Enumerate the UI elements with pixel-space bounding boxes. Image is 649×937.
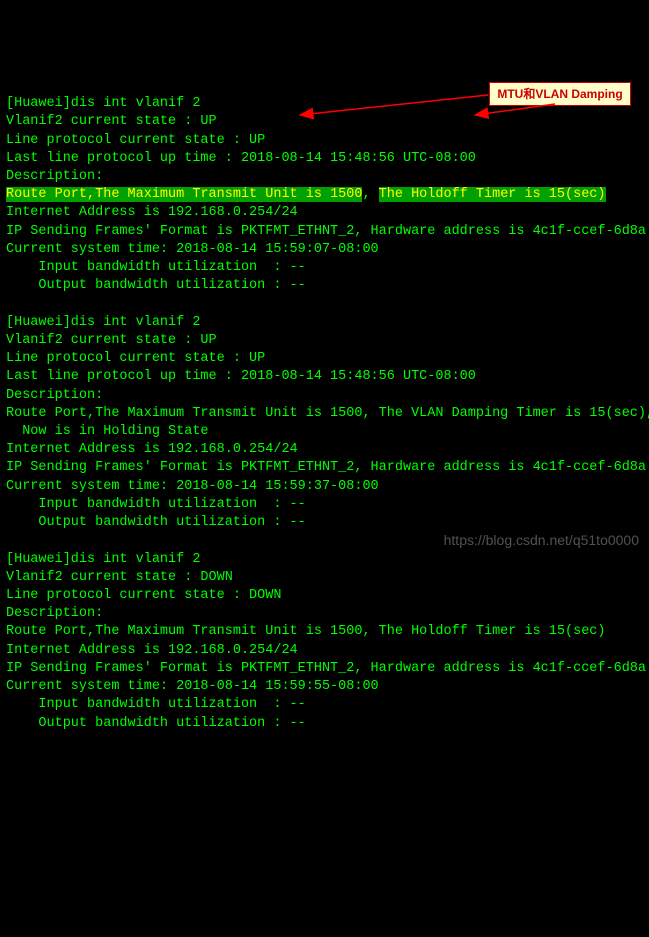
line: IP Sending Frames' Format is PKTFMT_ETHN… [6, 460, 646, 475]
line: Line protocol current state : UP [6, 133, 265, 148]
line: Route Port,The Maximum Transmit Unit is … [6, 624, 606, 639]
line: Description: [6, 169, 103, 184]
hl-holdoff: The Holdoff Timer is 15(sec) [379, 187, 606, 202]
comma: , [362, 187, 378, 202]
line: Current system time: 2018-08-14 15:59:37… [6, 479, 379, 494]
hl-route-port: Route Port, [6, 187, 95, 202]
line: Output bandwidth utilization : -- [6, 515, 306, 530]
hl-mtu: The Maximum Transmit Unit is 1500 [95, 187, 362, 202]
line: [Huawei]dis int vlanif 2 [6, 96, 200, 111]
watermark-text: https://blog.csdn.net/q51to0000 [444, 531, 639, 550]
callout-label: MTU和VLAN Damping [489, 82, 631, 106]
line: Description: [6, 388, 103, 403]
line: Vlanif2 current state : UP [6, 114, 217, 129]
line: Line protocol current state : UP [6, 351, 265, 366]
line: Input bandwidth utilization : -- [6, 497, 306, 512]
line: Current system time: 2018-08-14 15:59:07… [6, 242, 379, 257]
line: Now is in Holding State [6, 424, 209, 439]
line: [Huawei]dis int vlanif 2 [6, 552, 200, 567]
line: Last line protocol up time : 2018-08-14 … [6, 369, 476, 384]
highlighted-line: Route Port,The Maximum Transmit Unit is … [6, 187, 606, 202]
line: Description: [6, 606, 103, 621]
line: Output bandwidth utilization : -- [6, 716, 306, 731]
line: Internet Address is 192.168.0.254/24 [6, 205, 298, 220]
line: Last line protocol up time : 2018-08-14 … [6, 151, 476, 166]
line: IP Sending Frames' Format is PKTFMT_ETHN… [6, 224, 646, 239]
terminal-output: [Huawei]dis int vlanif 2 Vlanif2 current… [0, 73, 649, 737]
line: Vlanif2 current state : DOWN [6, 570, 233, 585]
line: Line protocol current state : DOWN [6, 588, 281, 603]
line: Internet Address is 192.168.0.254/24 [6, 643, 298, 658]
line: Output bandwidth utilization : -- [6, 278, 306, 293]
line: Internet Address is 192.168.0.254/24 [6, 442, 298, 457]
line: IP Sending Frames' Format is PKTFMT_ETHN… [6, 661, 646, 676]
line: Input bandwidth utilization : -- [6, 697, 306, 712]
line: Current system time: 2018-08-14 15:59:55… [6, 679, 379, 694]
line: [Huawei]dis int vlanif 2 [6, 315, 200, 330]
line: Route Port,The Maximum Transmit Unit is … [6, 406, 649, 421]
line: Vlanif2 current state : UP [6, 333, 217, 348]
line: Input bandwidth utilization : -- [6, 260, 306, 275]
